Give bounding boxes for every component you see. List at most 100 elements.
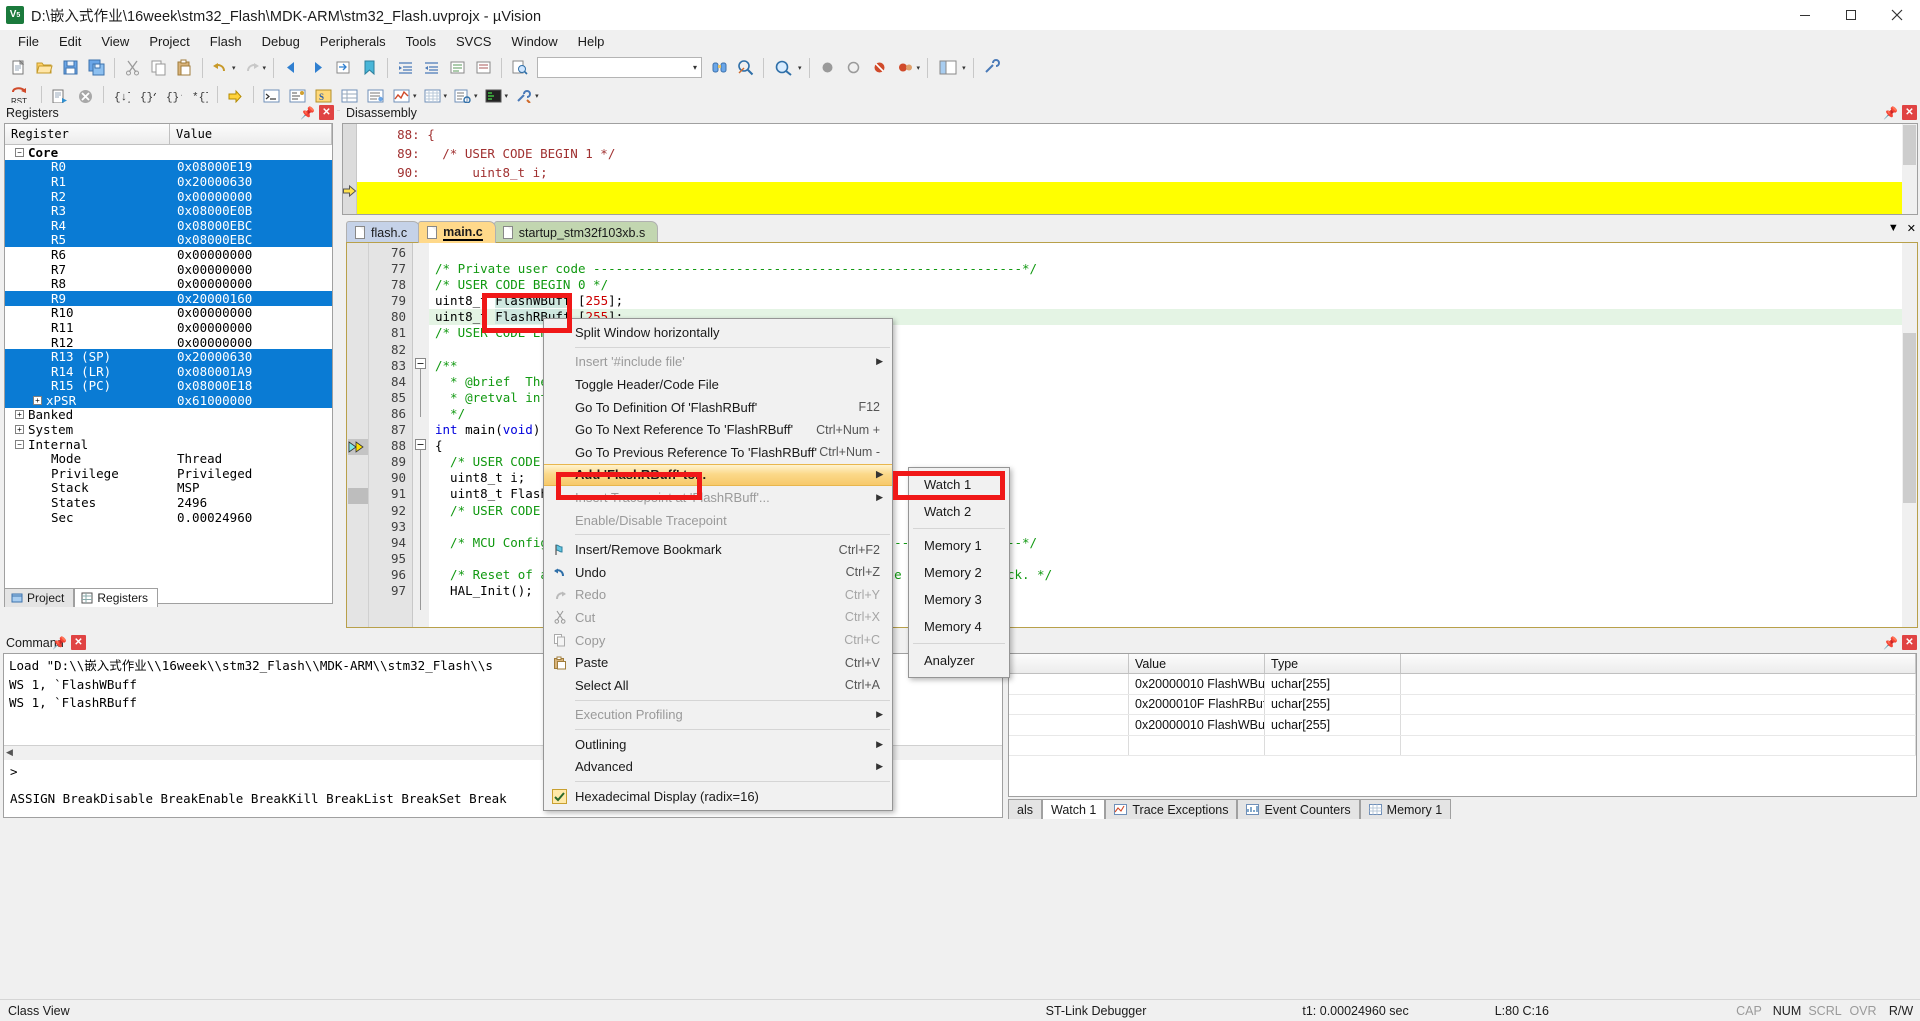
expand-toggle-icon[interactable]: + [33,395,42,405]
watch-row[interactable]: 0x20000010 FlashWBu... uchar[255] [1009,674,1916,695]
window-layout-button[interactable] [933,56,963,80]
pin-icon[interactable]: 📌 [300,106,315,120]
ctx-undo[interactable]: Undo Ctrl+Z [544,561,892,584]
bookmark-toggle-button[interactable] [357,56,382,80]
editor-tab-main-c[interactable]: main.c [418,221,496,243]
editor-context-menu[interactable]: Split Window horizontally Insert '#inclu… [543,318,893,811]
navigate-forward-button[interactable] [305,56,330,80]
register-row-r8[interactable]: R8 0x00000000 [5,276,332,291]
menu-file[interactable]: File [8,31,49,52]
scroll-left-icon[interactable]: ◀ [6,747,13,758]
configure-button[interactable] [979,56,1004,80]
disassembly-gutter[interactable] [343,124,357,214]
ctx-go-to-previous-reference[interactable]: Go To Previous Reference To 'FlashRBuff'… [544,441,892,464]
register-row-r4[interactable]: R4 0x08000EBC [5,218,332,233]
ctx-go-to-definition[interactable]: Go To Definition Of 'FlashRBuff' F12 [544,396,892,419]
save-button[interactable] [58,56,83,80]
ctx-paste[interactable]: Paste Ctrl+V [544,651,892,674]
register-row-r11[interactable]: R11 0x00000000 [5,320,332,335]
minimize-button[interactable] [1782,0,1828,30]
sidebar-tab-project[interactable]: Project [4,588,75,607]
ctx-cut[interactable]: Cut Ctrl+X [544,606,892,629]
browse-symbols-button[interactable] [733,56,758,80]
registers-close-icon[interactable]: ✕ [319,105,334,120]
register-row-sec[interactable]: Sec 0.00024960 [5,510,332,525]
ctx-execution-profiling[interactable]: Execution Profiling ▶ [544,704,892,727]
sidebar-tab-registers[interactable]: Registers [74,588,159,607]
add-to-submenu[interactable]: Watch 1 Watch 2 Memory 1 Memory 2 Memory… [908,467,1010,678]
ctx-enable-disable-tracepoint[interactable]: Enable/Disable Tracepoint [544,509,892,532]
uncomment-button[interactable] [471,56,496,80]
submenu-watch-2[interactable]: Watch 2 [909,498,1009,525]
register-row-r12[interactable]: R12 0x00000000 [5,335,332,350]
register-group-system[interactable]: + System [5,422,332,437]
watch-tab-event-counters[interactable]: Event Counters [1237,799,1360,819]
maximize-button[interactable] [1828,0,1874,30]
menu-peripherals[interactable]: Peripherals [310,31,396,52]
register-row-stack[interactable]: Stack MSP [5,480,332,495]
register-row-r15-pc[interactable]: R15 (PC) 0x08000E18 [5,378,332,393]
register-row-r13-sp[interactable]: R13 (SP) 0x20000630 [5,349,332,364]
submenu-memory-1[interactable]: Memory 1 [909,532,1009,559]
editor-scrollbar[interactable] [1902,243,1917,627]
undo-button[interactable] [208,56,233,80]
submenu-analyzer[interactable]: Analyzer [909,647,1009,674]
ctx-go-to-next-reference[interactable]: Go To Next Reference To 'FlashRBuff' Ctr… [544,418,892,441]
expand-toggle-icon[interactable]: + [15,425,24,435]
watch-tab-memory-1[interactable]: Memory 1 [1359,799,1452,819]
menu-help[interactable]: Help [568,31,615,52]
pin-icon[interactable]: 📌 [1883,636,1898,650]
watch-close-icon[interactable]: ✕ [1902,635,1917,650]
expand-toggle-icon[interactable]: + [15,410,24,420]
register-row-r10[interactable]: R10 0x00000000 [5,305,332,320]
find-button[interactable] [707,56,732,80]
copy-button[interactable] [146,56,171,80]
ctx-outlining[interactable]: Outlining ▶ [544,733,892,756]
register-row-r2[interactable]: R2 0x00000000 [5,189,332,204]
ctx-insert-tracepoint[interactable]: Insert Tracepoint at 'FlashRBuff'... ▶ [544,486,892,509]
close-button[interactable] [1874,0,1920,30]
editor-close-icon[interactable]: ✕ [1907,222,1916,235]
editor-tab-flash-c[interactable]: flash.c [346,221,421,243]
kill-breakpoints-button[interactable] [867,56,892,80]
watch-row[interactable]: 0x2000010F FlashRBuf... uchar[255] [1009,694,1916,715]
go-to-line-button[interactable] [331,56,356,80]
watch-tab-call-stack-locals[interactable]: als [1008,799,1042,819]
ctx-copy[interactable]: Copy Ctrl+C [544,629,892,652]
ctx-redo[interactable]: Redo Ctrl+Y [544,584,892,607]
editor-fold-column[interactable] [413,243,429,627]
menu-tools[interactable]: Tools [396,31,446,52]
registers-tree[interactable]: Register Value − Core R0 0x08000E19 R1 0x20… [4,123,333,604]
register-row-r14-lr[interactable]: R14 (LR) 0x080001A9 [5,364,332,379]
menu-project[interactable]: Project [139,31,199,52]
cut-button[interactable] [120,56,145,80]
disassembly-scrollbar[interactable] [1902,124,1917,214]
scroll-thumb[interactable] [1903,333,1916,503]
submenu-memory-3[interactable]: Memory 3 [909,586,1009,613]
indent-button[interactable] [393,56,418,80]
register-group-banked[interactable]: + Banked [5,407,332,422]
navigate-back-button[interactable] [279,56,304,80]
menu-edit[interactable]: Edit [49,31,91,52]
editor-tab-startup-s[interactable]: startup_stm32f103xb.s [493,221,659,243]
menu-view[interactable]: View [91,31,139,52]
insert-breakpoint-button[interactable] [815,56,840,80]
pin-icon[interactable]: 📌 [1883,106,1898,120]
scroll-thumb[interactable] [1903,125,1916,165]
disassembly-code[interactable]: 88: { 89: /* USER CODE BEGIN 1 */ 90: ui… [343,124,1917,214]
command-close-icon[interactable]: ✕ [71,635,86,650]
watch-row[interactable]: 0x20000010 FlashWBu... uchar[255] [1009,715,1916,736]
ctx-insert-include-file[interactable]: Insert '#include file' ▶ [544,351,892,374]
register-group-core[interactable]: − Core [5,145,332,160]
watch-table[interactable]: Value Type 0x20000010 FlashWBu... uchar[… [1008,653,1917,797]
watch-row[interactable] [1009,735,1916,756]
watch-tab-trace-exceptions[interactable]: Trace Exceptions [1105,799,1238,819]
editor-dropdown-icon[interactable]: ▼ [1888,222,1899,235]
watch-tab-watch-1[interactable]: Watch 1 [1041,799,1106,819]
ctx-split-window-horizontally[interactable]: Split Window horizontally [544,321,892,344]
pin-icon[interactable]: 📌 [52,636,67,650]
submenu-memory-4[interactable]: Memory 4 [909,613,1009,640]
redo-button[interactable] [239,56,264,80]
register-group-internal[interactable]: − Internal [5,437,332,452]
register-row-xpsr[interactable]: + xPSR 0x61000000 [5,393,332,408]
